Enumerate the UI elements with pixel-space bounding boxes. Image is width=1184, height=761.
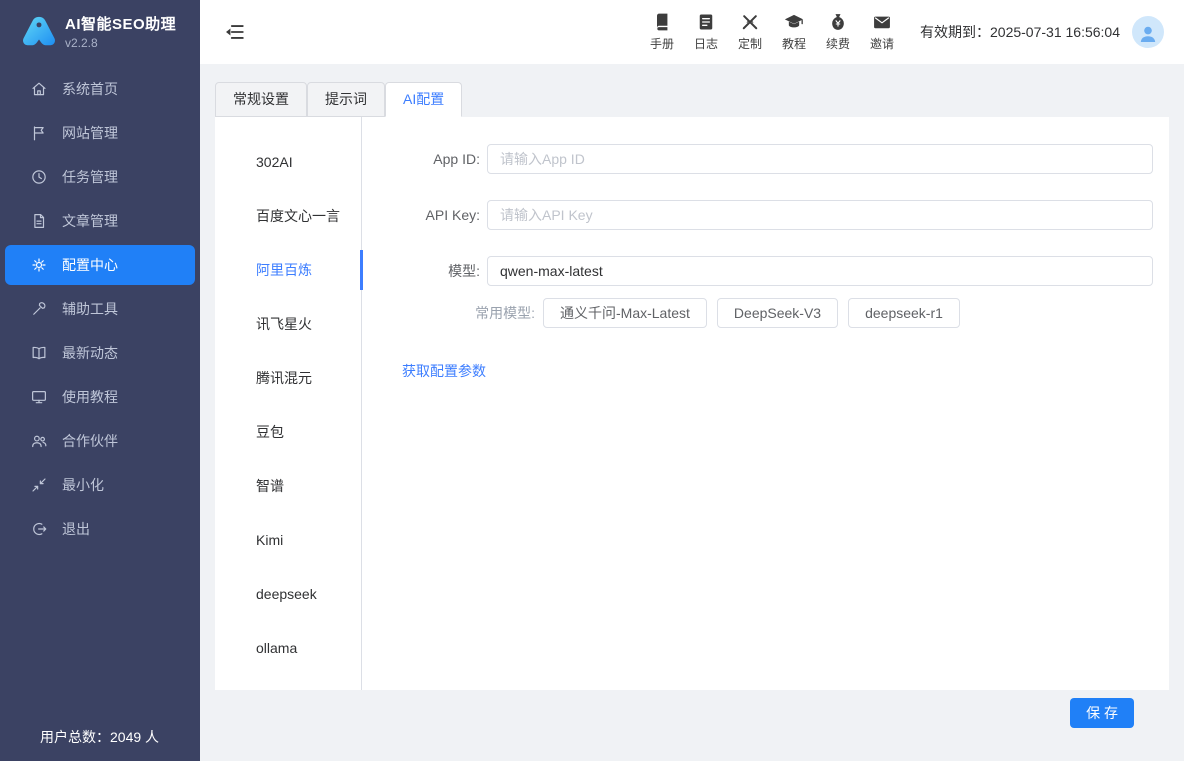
- header-action-manual[interactable]: 手册: [640, 12, 684, 52]
- gear-icon: [30, 256, 48, 274]
- home-icon: [30, 80, 48, 98]
- clock-icon: [30, 168, 48, 186]
- tab-general-settings[interactable]: 常规设置: [215, 82, 307, 117]
- top-header: 手册 日志 定制 教程 续费: [200, 0, 1184, 64]
- provider-xunfei-spark[interactable]: 讯飞星火: [240, 297, 361, 351]
- provider-doubao[interactable]: 豆包: [240, 405, 361, 459]
- article-doc-icon: [30, 212, 48, 230]
- main-content: 常规设置 提示词 AI配置 302AI 百: [200, 64, 1184, 761]
- sidebar-item-home[interactable]: 系统首页: [0, 67, 200, 111]
- header-action-tutorial[interactable]: 教程: [772, 12, 816, 52]
- sidebar-item-tasks[interactable]: 任务管理: [0, 155, 200, 199]
- sidebar-item-websites[interactable]: 网站管理: [0, 111, 200, 155]
- tools-icon: [30, 300, 48, 318]
- common-models-label: 常用模型:: [402, 303, 543, 323]
- sidebar-item-tools[interactable]: 辅助工具: [0, 287, 200, 331]
- expiry-label: 有效期到：: [920, 24, 990, 40]
- common-model-buttons: 通义千问-Max-Latest DeepSeek-V3 deepseek-r1: [543, 298, 970, 328]
- logout-icon: [30, 520, 48, 538]
- collapse-menu-icon[interactable]: [224, 21, 246, 43]
- model-input[interactable]: [487, 256, 1153, 286]
- get-config-params-link[interactable]: 获取配置参数: [402, 361, 486, 381]
- expiry-text: 有效期到：2025-07-31 16:56:04: [920, 22, 1120, 42]
- tab-bar: 常规设置 提示词 AI配置: [215, 82, 1184, 117]
- provider-tencent-hunyuan[interactable]: 腾讯混元: [240, 351, 361, 405]
- manual-book-icon: [652, 12, 672, 32]
- header-action-log[interactable]: 日志: [684, 12, 728, 52]
- app-id-input[interactable]: [487, 144, 1153, 174]
- log-icon: [696, 12, 716, 32]
- website-flag-icon: [30, 124, 48, 142]
- app-id-label: App ID:: [402, 151, 487, 167]
- app-version: v2.2.8: [65, 36, 176, 50]
- model-preset-button[interactable]: DeepSeek-V3: [717, 298, 838, 328]
- sidebar-item-articles[interactable]: 文章管理: [0, 199, 200, 243]
- model-row: 模型:: [402, 256, 1153, 286]
- model-preset-button[interactable]: 通义千问-Max-Latest: [543, 298, 707, 328]
- save-row: 保 存: [200, 698, 1184, 728]
- model-label: 模型:: [402, 261, 487, 281]
- header-action-invite[interactable]: 邀请: [860, 12, 904, 52]
- common-models-row: 常用模型: 通义千问-Max-Latest DeepSeek-V3: [402, 298, 1153, 328]
- provider-zhipu[interactable]: 智谱: [240, 459, 361, 513]
- provider-deepseek[interactable]: deepseek: [240, 567, 361, 621]
- app-title: AI智能SEO助理: [65, 13, 176, 34]
- sidebar-menu: 系统首页 网站管理 任务管理 文章管理: [0, 67, 200, 551]
- sidebar-item-exit[interactable]: 退出: [0, 507, 200, 551]
- header-right: 手册 日志 定制 教程 续费: [640, 12, 1184, 52]
- tab-prompts[interactable]: 提示词: [307, 82, 385, 117]
- custom-tools-icon: [740, 12, 760, 32]
- money-bag-icon: [828, 12, 848, 32]
- minimize-icon: [30, 476, 48, 494]
- sidebar-item-minimize[interactable]: 最小化: [0, 463, 200, 507]
- api-key-row: API Key:: [402, 200, 1153, 230]
- provider-ollama[interactable]: ollama: [240, 621, 361, 675]
- config-card: 302AI 百度文心一言 阿里百炼 讯飞星火 腾讯混元: [215, 117, 1169, 690]
- sidebar-item-news[interactable]: 最新动态: [0, 331, 200, 375]
- avatar[interactable]: [1132, 16, 1164, 48]
- news-book-icon: [30, 344, 48, 362]
- header-action-custom[interactable]: 定制: [728, 12, 772, 52]
- partners-icon: [30, 432, 48, 450]
- provider-kimi[interactable]: Kimi: [240, 513, 361, 567]
- api-key-input[interactable]: [487, 200, 1153, 230]
- api-key-label: API Key:: [402, 207, 487, 223]
- app-logo: AI智能SEO助理 v2.2.8: [0, 0, 200, 59]
- sidebar-item-config-center[interactable]: 配置中心: [5, 245, 195, 285]
- model-preset-button[interactable]: deepseek-r1: [848, 298, 960, 328]
- app-id-row: App ID:: [402, 144, 1153, 174]
- provider-ali-bailian[interactable]: 阿里百炼: [240, 243, 361, 297]
- invite-mail-icon: [872, 12, 892, 32]
- sidebar-item-tutorials[interactable]: 使用教程: [0, 375, 200, 419]
- logo-text: AI智能SEO助理 v2.2.8: [65, 13, 176, 50]
- graduation-cap-icon: [784, 12, 804, 32]
- provider-302ai[interactable]: 302AI: [240, 135, 361, 189]
- tab-ai-config[interactable]: AI配置: [385, 82, 462, 117]
- provider-baidu-wenxin[interactable]: 百度文心一言: [240, 189, 361, 243]
- provider-tab-list: 302AI 百度文心一言 阿里百炼 讯飞星火 腾讯混元: [215, 117, 362, 690]
- logo-icon: [20, 15, 58, 49]
- header-action-renew[interactable]: 续费: [816, 12, 860, 52]
- monitor-icon: [30, 388, 48, 406]
- save-button[interactable]: 保 存: [1070, 698, 1134, 728]
- user-count-text: 用户总数：2049 人: [0, 727, 200, 747]
- sidebar-item-partners[interactable]: 合作伙伴: [0, 419, 200, 463]
- expiry-value: 2025-07-31 16:56:04: [990, 24, 1120, 40]
- ai-config-form: App ID: API Key: 模型: 常用模型: 通: [362, 117, 1169, 690]
- sidebar: AI智能SEO助理 v2.2.8 系统首页 网站管理 任务管理: [0, 0, 200, 761]
- user-icon: [1136, 22, 1160, 46]
